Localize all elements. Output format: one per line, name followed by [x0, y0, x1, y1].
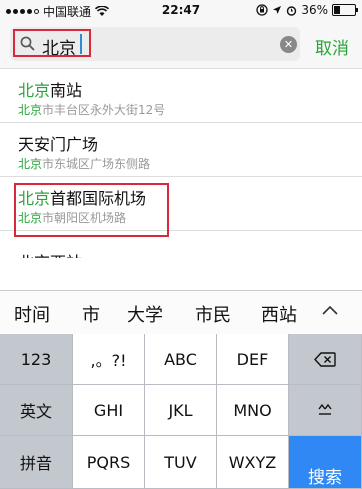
candidate-word[interactable]: 市民	[195, 301, 231, 327]
key-english[interactable]: 英文	[0, 385, 73, 436]
orientation-lock-icon	[256, 4, 268, 16]
candidate-word[interactable]: 西站	[261, 301, 297, 327]
key-shift[interactable]	[289, 385, 362, 436]
key-def[interactable]: DEF	[217, 334, 289, 385]
result-item-partial[interactable]: 北京西站	[18, 249, 82, 258]
result-address: 北京市丰台区永外大街12号	[18, 103, 166, 117]
alarm-icon	[287, 5, 297, 16]
result-title: 北京南站	[18, 81, 83, 100]
location-icon	[273, 6, 282, 14]
search-key[interactable]: 搜索	[289, 436, 362, 489]
status-right: 36%	[256, 3, 358, 17]
key-ghi[interactable]: GHI	[73, 385, 145, 436]
key-pqrs[interactable]: PQRS	[73, 436, 145, 489]
result-title: 天安门广场	[18, 135, 99, 154]
key-punctuation[interactable]: ,。?!	[73, 334, 145, 385]
status-bar: 中国联通 22:47 36%	[0, 0, 362, 20]
search-annotation-box	[13, 29, 91, 57]
key-numbers[interactable]: 123	[0, 334, 73, 385]
keyboard: 123 ,。?! ABC DEF 英文 GHI JKL MNO 拼音 PQRS …	[0, 334, 362, 489]
delete-button[interactable]	[289, 334, 362, 385]
result-annotation-box	[14, 183, 169, 237]
result-item[interactable]: 天安门广场 北京市东城区广场东侧路	[0, 123, 362, 177]
backspace-icon	[314, 351, 336, 367]
search-bar: 北京 ✕ 取消	[0, 20, 362, 69]
candidate-bar: 时间 市 大学 市民 西站	[0, 290, 362, 335]
candidate-word[interactable]: 市	[82, 301, 100, 327]
key-pinyin[interactable]: 拼音	[0, 436, 73, 489]
clear-icon[interactable]: ✕	[280, 36, 297, 53]
key-wxyz[interactable]: WXYZ	[217, 436, 289, 489]
battery-percent: 36%	[301, 3, 328, 17]
candidate-word[interactable]: 时间	[14, 301, 50, 327]
key-abc[interactable]: ABC	[145, 334, 217, 385]
key-mno[interactable]: MNO	[217, 385, 289, 436]
candidate-word[interactable]: 大学	[127, 301, 163, 327]
caret-shift-icon	[318, 403, 332, 415]
cancel-button[interactable]: 取消	[315, 34, 349, 59]
search-input[interactable]: 北京 ✕	[10, 27, 300, 61]
result-item[interactable]: 北京南站 北京市丰台区永外大街12号	[0, 69, 362, 123]
chevron-up-icon[interactable]	[322, 305, 338, 315]
battery-icon	[332, 4, 358, 16]
result-address: 北京市东城区广场东侧路	[18, 157, 151, 171]
key-jkl[interactable]: JKL	[145, 385, 217, 436]
key-tuv[interactable]: TUV	[145, 436, 217, 489]
